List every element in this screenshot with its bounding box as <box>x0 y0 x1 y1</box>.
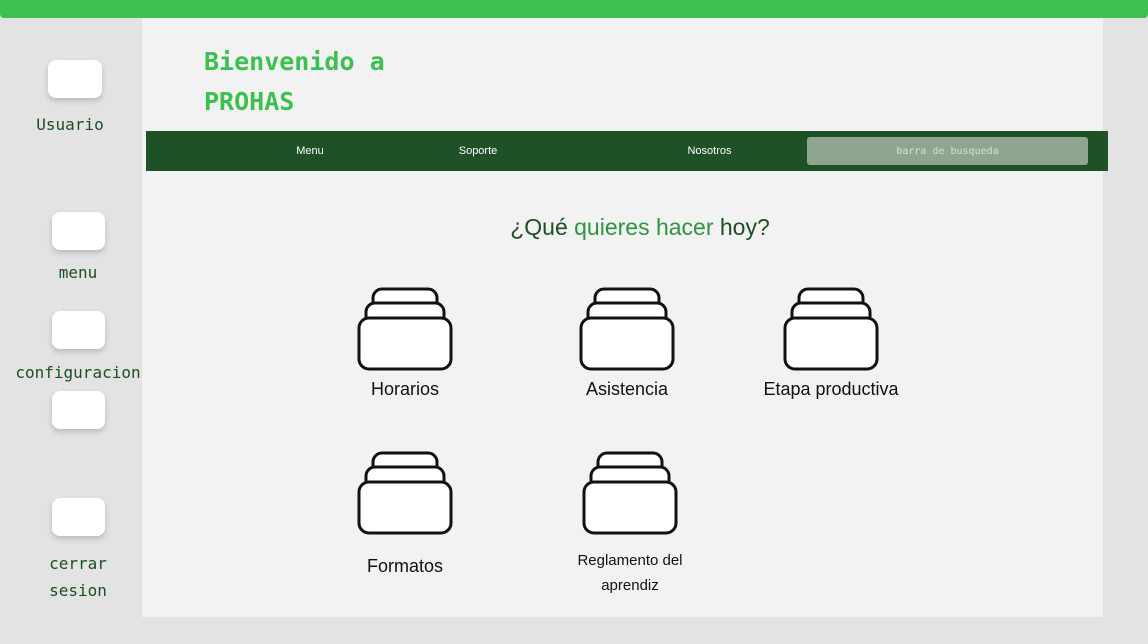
option-formatos[interactable]: Formatos <box>357 451 453 581</box>
top-accent-bar <box>0 0 1148 18</box>
question-heading: ¿Qué quieres hacer hoy? <box>380 214 900 241</box>
option-label: Formatos <box>366 556 444 576</box>
option-label-line2: aprendiz <box>601 577 659 594</box>
title-line1: Bienvenido a <box>204 47 385 76</box>
folder-stack-icon <box>579 287 675 371</box>
sidebar-label-logout: cerrar sesion <box>28 550 128 604</box>
nav-soporte[interactable]: Soporte <box>443 131 513 171</box>
option-label: Horarios <box>370 379 440 399</box>
configuration-button[interactable] <box>52 311 105 349</box>
question-part3: hoy? <box>713 214 770 240</box>
folder-stack-icon <box>783 287 879 371</box>
option-asistencia[interactable]: Asistencia <box>579 287 675 407</box>
sidebar-label-usuario: Usuario <box>36 115 104 134</box>
logout-label-line1: cerrar <box>49 554 107 573</box>
title-line2: PROHAS <box>204 87 295 116</box>
question-highlight: quieres hacer <box>574 214 714 240</box>
sidebar-label-configuracion: configuracion <box>15 363 141 382</box>
folder-stack-icon <box>582 451 678 535</box>
option-label-line1: Reglamento del <box>577 552 683 569</box>
sidebar-label-menu: menu <box>58 263 98 282</box>
option-label: Asistencia <box>585 379 669 399</box>
logout-button[interactable] <box>52 498 105 536</box>
folder-stack-icon <box>357 451 453 535</box>
option-reglamento[interactable]: Reglamento del aprendiz <box>577 451 683 601</box>
user-button[interactable] <box>48 60 102 98</box>
menu-button[interactable] <box>52 212 105 250</box>
question-part1: ¿Qué <box>510 214 575 240</box>
nav-menu[interactable]: Menu <box>280 131 340 171</box>
option-label: Etapa productiva <box>763 379 899 399</box>
option-etapa-productiva[interactable]: Etapa productiva <box>763 287 899 407</box>
option-label: Reglamento del aprendiz <box>550 548 710 598</box>
search-input[interactable] <box>807 137 1088 165</box>
option-horarios[interactable]: Horarios <box>357 287 453 407</box>
logout-label-line2: sesion <box>49 581 107 600</box>
folder-stack-icon <box>357 287 453 371</box>
page-title: Bienvenido a PROHAS <box>204 42 504 122</box>
unlabeled-sidebar-button[interactable] <box>52 391 105 429</box>
nav-nosotros[interactable]: Nosotros <box>672 131 747 171</box>
nav-bar: Menu Soporte Nosotros <box>146 131 1108 171</box>
